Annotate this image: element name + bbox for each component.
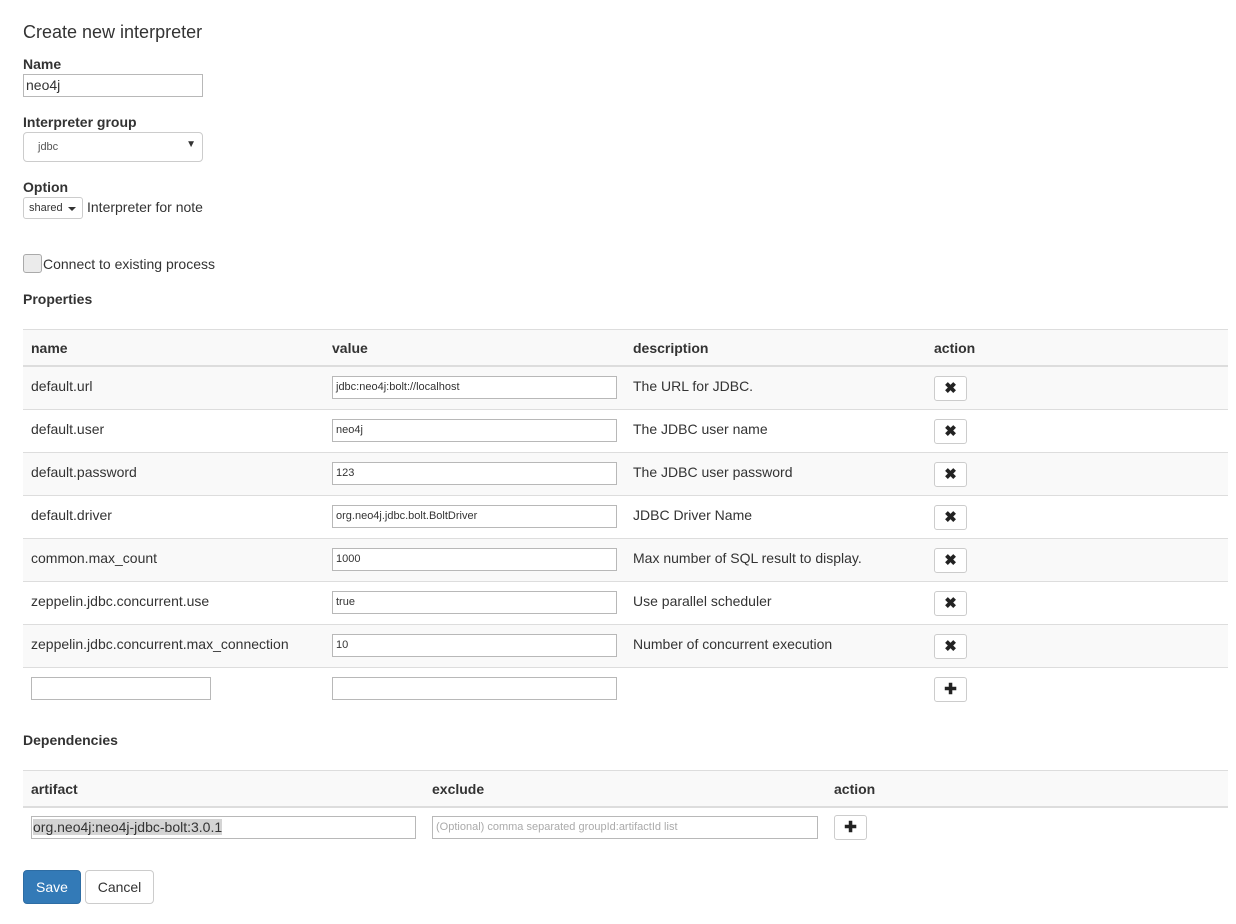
option-mode-value: shared <box>29 202 63 214</box>
property-row: common.max_count 1000 Max number of SQL … <box>23 538 1228 581</box>
new-property-row: ✚ <box>23 667 1228 710</box>
remove-property-button[interactable]: ✖ <box>934 419 967 444</box>
property-description: Number of concurrent execution <box>633 636 833 652</box>
col-header-exclude: exclude <box>432 781 485 797</box>
properties-header-row: name value description action <box>23 330 1228 367</box>
property-value-input[interactable]: org.neo4j.jdbc.bolt.BoltDriver <box>332 505 617 528</box>
group-select[interactable]: jdbc ▼ <box>23 132 203 162</box>
chevron-down-icon: ▼ <box>186 139 196 150</box>
property-name: default.driver <box>31 507 112 523</box>
remove-icon: ✖ <box>944 638 957 655</box>
col-header-description: description <box>633 340 709 356</box>
remove-icon: ✖ <box>944 466 957 483</box>
remove-property-button[interactable]: ✖ <box>934 462 967 487</box>
add-dependency-button[interactable]: ✚ <box>834 815 867 840</box>
properties-label: Properties <box>23 291 93 307</box>
property-row: zeppelin.jdbc.concurrent.max_connection … <box>23 624 1228 667</box>
col-header-action: action <box>934 340 976 356</box>
remove-icon: ✖ <box>944 595 957 612</box>
remove-property-button[interactable]: ✖ <box>934 634 967 659</box>
name-label: Name <box>23 56 62 72</box>
name-input[interactable]: neo4j <box>23 74 203 97</box>
remove-icon: ✖ <box>944 423 957 440</box>
option-suffix: Interpreter for note <box>87 199 203 215</box>
remove-icon: ✖ <box>944 509 957 526</box>
plus-icon: ✚ <box>944 681 957 698</box>
artifact-input[interactable]: org.neo4j:neo4j-jdbc-bolt:3.0.1 <box>31 816 416 839</box>
property-name: common.max_count <box>31 550 158 566</box>
property-description: Max number of SQL result to display. <box>633 550 862 566</box>
property-value-input[interactable]: 123 <box>332 462 617 485</box>
cancel-button[interactable]: Cancel <box>85 870 154 904</box>
col-header-action: action <box>834 781 876 797</box>
property-description: The JDBC user name <box>633 421 768 437</box>
remove-property-button[interactable]: ✖ <box>934 548 967 573</box>
dependencies-label: Dependencies <box>23 732 118 748</box>
property-name: default.url <box>31 378 93 394</box>
group-select-value: jdbc <box>38 141 59 153</box>
remove-property-button[interactable]: ✖ <box>934 376 967 401</box>
add-property-button[interactable]: ✚ <box>934 677 967 702</box>
property-name: default.user <box>31 421 105 437</box>
property-description: Use parallel scheduler <box>633 593 772 609</box>
caret-down-icon <box>68 207 76 211</box>
property-row: zeppelin.jdbc.concurrent.use true Use pa… <box>23 581 1228 624</box>
page-title: Create new interpreter <box>23 22 203 42</box>
dependencies-header-row: artifact exclude action <box>23 771 1228 808</box>
exclude-input[interactable]: (Optional) comma separated groupId:artif… <box>432 816 818 839</box>
remove-property-button[interactable]: ✖ <box>934 591 967 616</box>
property-description: The URL for JDBC. <box>633 378 754 394</box>
connect-existing-label: Connect to existing process <box>43 256 215 272</box>
property-row: default.url jdbc:neo4j:bolt://localhost … <box>23 366 1228 409</box>
col-header-artifact: artifact <box>31 781 78 797</box>
property-description: The JDBC user password <box>633 464 793 480</box>
property-name: default.password <box>31 464 137 480</box>
property-row: default.driver org.neo4j.jdbc.bolt.BoltD… <box>23 495 1228 538</box>
property-value-input[interactable]: true <box>332 591 617 614</box>
new-property-value-input[interactable] <box>332 677 617 700</box>
property-value-input[interactable]: neo4j <box>332 419 617 442</box>
remove-property-button[interactable]: ✖ <box>934 505 967 530</box>
col-header-value: value <box>332 340 368 356</box>
property-name: zeppelin.jdbc.concurrent.use <box>31 593 210 609</box>
group-label: Interpreter group <box>23 114 137 130</box>
property-value-input[interactable]: 10 <box>332 634 617 657</box>
artifact-value: org.neo4j:neo4j-jdbc-bolt:3.0.1 <box>33 819 223 835</box>
property-row: default.user neo4j The JDBC user name ✖ <box>23 409 1228 452</box>
option-label: Option <box>23 179 69 195</box>
property-description: JDBC Driver Name <box>633 507 753 523</box>
dependency-row: org.neo4j:neo4j-jdbc-bolt:3.0.1 (Optiona… <box>23 808 1228 851</box>
col-header-name: name <box>31 340 68 356</box>
property-value-input[interactable]: 1000 <box>332 548 617 571</box>
new-property-name-input[interactable] <box>31 677 211 700</box>
plus-icon: ✚ <box>844 819 857 836</box>
remove-icon: ✖ <box>944 552 957 569</box>
property-name: zeppelin.jdbc.concurrent.max_connection <box>31 636 289 652</box>
remove-icon: ✖ <box>944 380 957 397</box>
save-button[interactable]: Save <box>23 870 81 904</box>
option-mode-dropdown[interactable]: shared <box>23 197 83 219</box>
property-value-input[interactable]: jdbc:neo4j:bolt://localhost <box>332 376 617 399</box>
connect-existing-checkbox[interactable] <box>23 254 42 273</box>
property-row: default.password 123 The JDBC user passw… <box>23 452 1228 495</box>
